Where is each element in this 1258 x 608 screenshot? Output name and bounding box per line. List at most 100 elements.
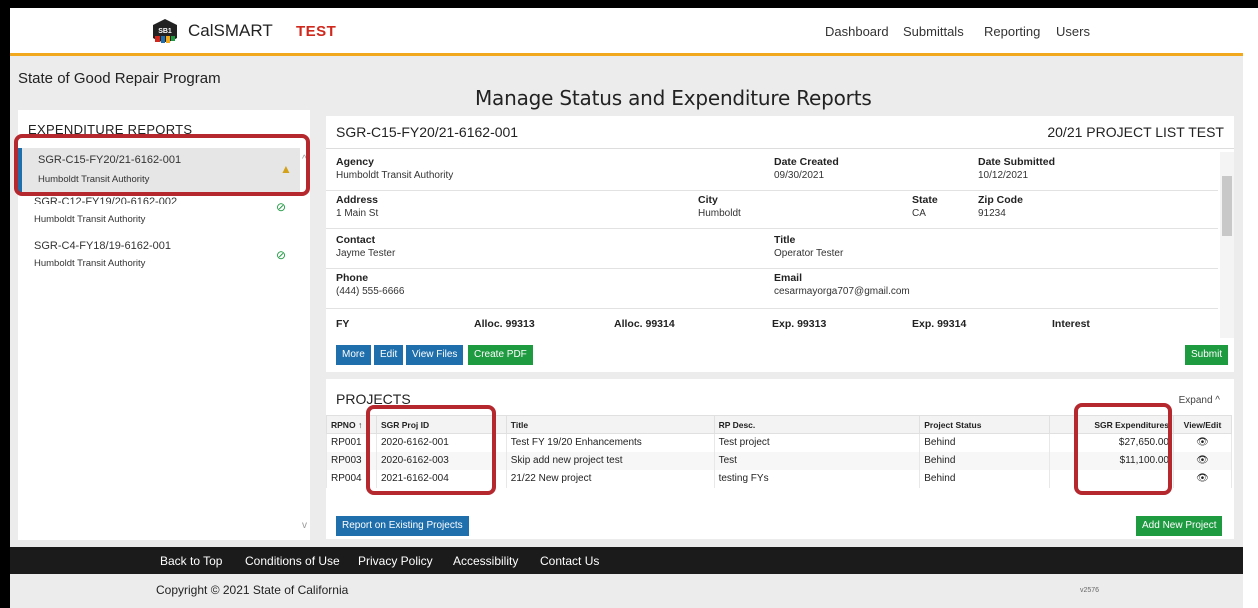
proj-id-cell: 2020-6162-003 (375, 451, 507, 470)
version-label: v2576 (1080, 587, 1100, 594)
divider (326, 148, 1234, 149)
phone-field: Phone (444) 555-6666 (336, 272, 405, 297)
rpno-cell: RP003 (326, 451, 377, 470)
nav-dashboard[interactable]: Dashboard (825, 24, 889, 39)
state-field: State CA (912, 194, 938, 219)
report-agency: Humboldt Transit Authority (38, 174, 150, 185)
proj-id-cell: 2020-6162-001 (375, 433, 507, 452)
report-existing-projects-button[interactable]: Report on Existing Projects (336, 516, 469, 536)
top-bar: SB1 CalSMART TEST Dashboard Submittals R… (10, 8, 1243, 56)
agency-field: Agency Humboldt Transit Authority (336, 156, 454, 181)
column-header-view-edit: View/Edit (1172, 415, 1233, 434)
environment-label: TEST (296, 23, 337, 40)
brand-name[interactable]: CalSMART (188, 21, 273, 41)
column-header-proj-id[interactable]: SGR Proj ID (375, 415, 507, 434)
report-agency: Humboldt Transit Authority (34, 214, 146, 225)
title-cell: Skip add new project test (505, 451, 715, 470)
create-pdf-button[interactable]: Create PDF (468, 345, 533, 365)
copyright-text: Copyright © 2021 State of California (156, 583, 349, 597)
exp-99314-header: Exp. 99314 (912, 318, 967, 330)
footer-link-accessibility[interactable]: Accessibility (453, 554, 518, 568)
date-created-field: Date Created 09/30/2021 (774, 156, 839, 181)
report-id: SGR-C15-FY20/21-6162-001 (38, 154, 182, 166)
report-item[interactable]: SGR-C12-FY19/20-6162-002 Humboldt Transi… (18, 194, 300, 238)
add-new-project-button[interactable]: Add New Project (1136, 516, 1223, 536)
expenditure-cell (1049, 469, 1174, 488)
eye-icon[interactable]: 👁 (1172, 433, 1233, 452)
sidebar-heading: EXPENDITURE REPORTS (28, 122, 193, 137)
chevron-up-icon[interactable]: ^ (302, 154, 307, 165)
column-header-expenditures[interactable]: SGR Expenditures (1049, 415, 1174, 434)
eye-icon[interactable]: 👁 (1172, 451, 1233, 470)
report-detail-panel: SGR-C15-FY20/21-6162-001 20/21 PROJECT L… (326, 116, 1234, 372)
report-item-selected[interactable]: SGR-C15-FY20/21-6162-001 Humboldt Transi… (18, 148, 300, 192)
fy-header: FY (336, 318, 350, 330)
contact-field: Contact Jayme Tester (336, 234, 396, 259)
desc-cell: testing FYs (713, 469, 921, 488)
expenditure-reports-sidebar: EXPENDITURE REPORTS SGR-C15-FY20/21-6162… (18, 110, 310, 540)
submit-button[interactable]: Submit (1185, 345, 1229, 365)
footer-link-privacy[interactable]: Privacy Policy (358, 554, 433, 568)
expenditure-cell: $27,650.00 (1049, 433, 1174, 452)
expand-toggle[interactable]: Expand ^ (1179, 395, 1220, 406)
nav-submittals[interactable]: Submittals (903, 24, 964, 39)
address-field: Address 1 Main St (336, 194, 379, 219)
desc-cell: Test (713, 451, 921, 470)
divider (326, 228, 1218, 229)
proj-id-cell: 2021-6162-004 (375, 469, 507, 488)
title-cell: Test FY 19/20 Enhancements (505, 433, 715, 452)
rpno-cell: RP004 (326, 469, 377, 488)
alloc-99314-header: Alloc. 99314 (614, 318, 675, 330)
sort-arrow-icon: ↑ (357, 419, 363, 430)
chevron-down-icon[interactable]: v (302, 520, 307, 531)
desc-cell: Test project (713, 433, 921, 452)
interest-header: Interest (1052, 318, 1090, 330)
edit-button[interactable]: Edit (374, 345, 404, 365)
report-item[interactable]: SGR-C4-FY18/19-6162-001 Humboldt Transit… (18, 234, 300, 278)
check-icon: ⊘ (276, 248, 287, 262)
column-header-status[interactable]: Project Status (919, 415, 1051, 434)
report-id: SGR-C4-FY18/19-6162-001 (34, 240, 171, 252)
warning-icon: ▲ (280, 162, 292, 176)
check-icon: ⊘ (276, 200, 287, 214)
zip-field: Zip Code 91234 (978, 194, 1023, 219)
expenditure-cell: $11,100.00 (1049, 451, 1174, 470)
svg-text:SB1: SB1 (158, 28, 172, 35)
table-row: RP001 2020-6162-001 Test FY 19/20 Enhanc… (326, 433, 1233, 452)
date-submitted-field: Date Submitted 10/12/2021 (978, 156, 1056, 181)
footer-link-back-to-top[interactable]: Back to Top (160, 554, 222, 568)
status-cell: Behind (919, 469, 1051, 488)
status-cell: Behind (919, 433, 1051, 452)
city-field: City Humboldt (698, 194, 741, 219)
column-header-desc[interactable]: RP Desc. (713, 415, 921, 434)
divider (326, 190, 1218, 191)
column-header-rpno[interactable]: RPNO ↑ (326, 415, 377, 434)
title-field: Title Operator Tester (774, 234, 844, 259)
table-row: RP003 2020-6162-003 Skip add new project… (326, 451, 1233, 470)
scrollbar-thumb[interactable] (1222, 176, 1232, 236)
program-title: State of Good Repair Program (18, 70, 221, 87)
exp-99313-header: Exp. 99313 (772, 318, 827, 330)
rpno-cell: RP001 (326, 433, 377, 452)
projects-heading: PROJECTS (336, 391, 411, 407)
footer-link-contact[interactable]: Contact Us (540, 554, 599, 568)
sb1-logo: SB1 (153, 19, 177, 43)
nav-reporting[interactable]: Reporting (984, 24, 1040, 39)
footer: Back to Top Conditions of Use Privacy Po… (10, 547, 1243, 574)
column-header-title[interactable]: Title (505, 415, 715, 434)
divider (326, 308, 1218, 309)
alloc-99313-header: Alloc. 99313 (474, 318, 535, 330)
eye-icon[interactable]: 👁 (1172, 469, 1233, 488)
view-files-button[interactable]: View Files (406, 345, 464, 365)
footer-link-conditions[interactable]: Conditions of Use (245, 554, 340, 568)
status-cell: Behind (919, 451, 1051, 470)
nav-users[interactable]: Users (1056, 24, 1090, 39)
projects-table: RPNO ↑ SGR Proj ID Title RP Desc. Projec… (326, 415, 1233, 488)
detail-scrollbar[interactable] (1220, 152, 1234, 338)
report-detail-id: SGR-C15-FY20/21-6162-001 (336, 124, 519, 140)
table-row: RP004 2021-6162-004 21/22 New project te… (326, 469, 1233, 488)
more-button[interactable]: More (336, 345, 371, 365)
project-list-label: 20/21 PROJECT LIST TEST (1047, 124, 1224, 140)
page-scrollbar[interactable] (1243, 8, 1258, 608)
projects-panel: PROJECTS Expand ^ RPNO ↑ SGR Proj ID Tit… (326, 379, 1234, 539)
